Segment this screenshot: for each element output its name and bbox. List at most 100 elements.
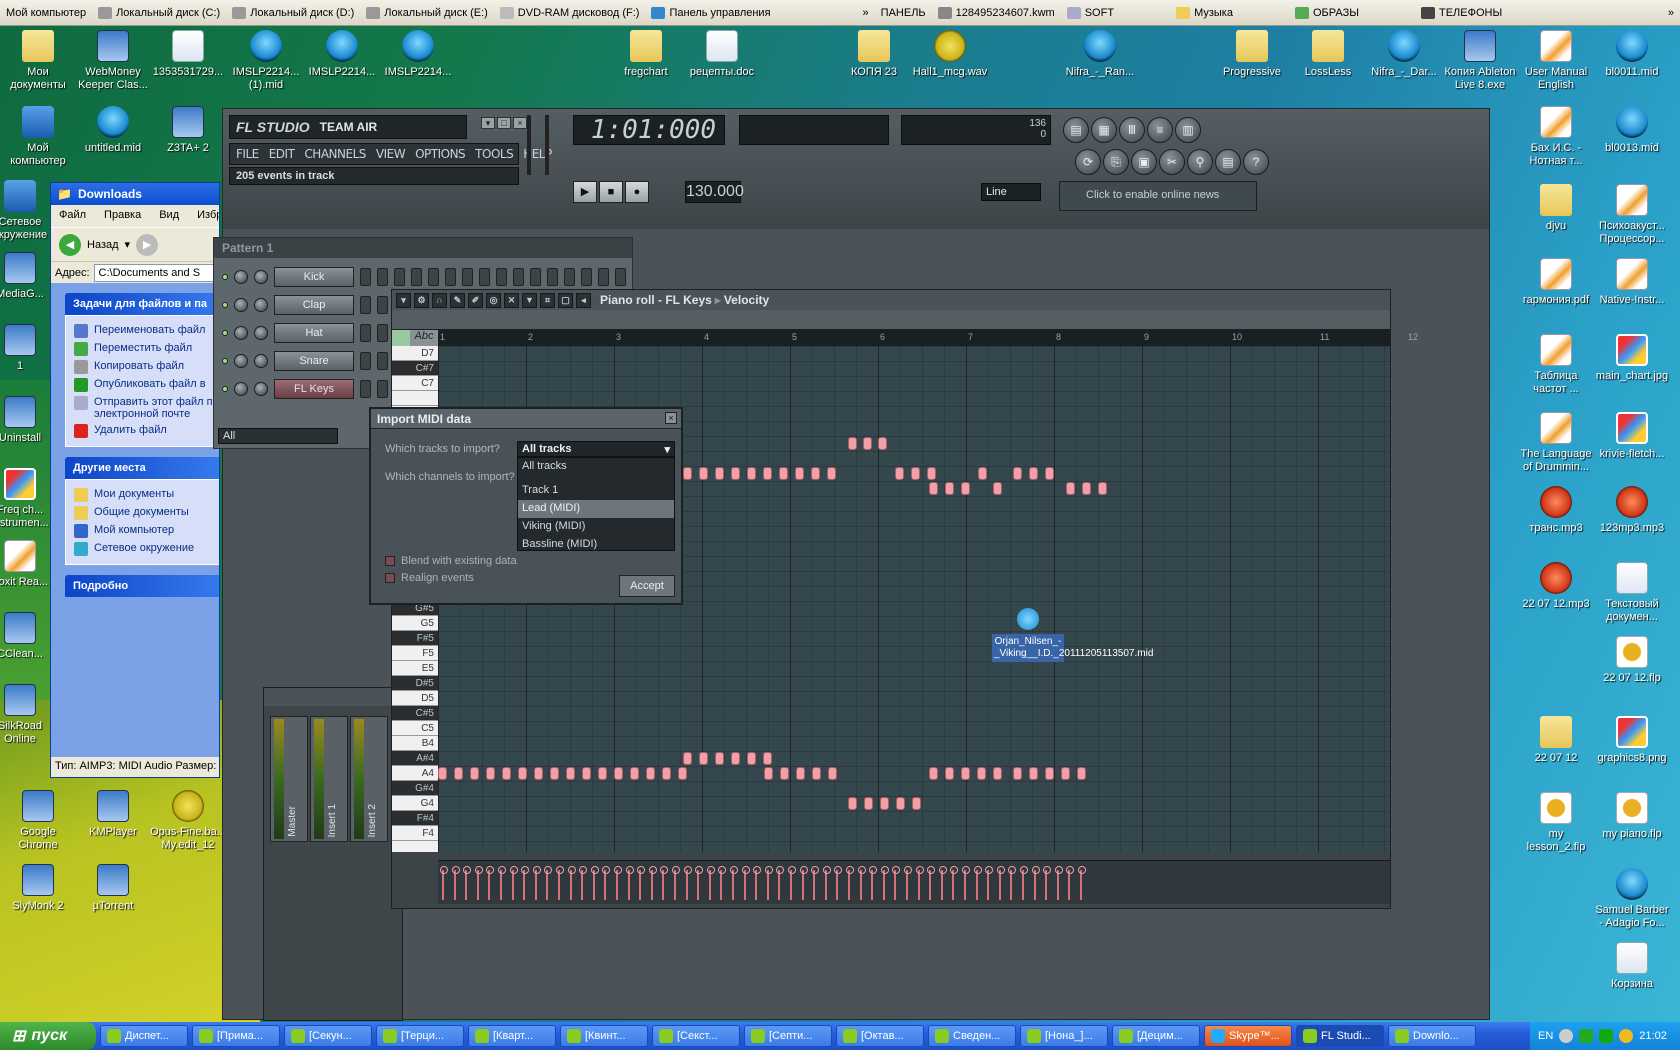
mixer-header[interactable] (264, 688, 402, 706)
taskbar-button[interactable]: [Нона_]... (1020, 1025, 1108, 1047)
cut-icon[interactable]: ✂ (1159, 149, 1185, 175)
midi-note[interactable] (1013, 767, 1022, 780)
mixer-icon[interactable]: ▥ (1175, 117, 1201, 143)
midi-note[interactable] (763, 467, 772, 480)
velocity-bar[interactable] (695, 866, 704, 900)
midi-note[interactable] (896, 797, 905, 810)
save-icon[interactable]: ▣ (1131, 149, 1157, 175)
desktop-icon[interactable]: рецепты.doc (684, 30, 760, 79)
quicklink[interactable]: Локальный диск (D:) (226, 6, 360, 19)
velocity-bar[interactable] (927, 866, 936, 900)
velocity-lane[interactable] (438, 860, 1390, 904)
quicklink[interactable]: Мой компьютер (0, 7, 92, 19)
select-icon[interactable]: ⌗ (540, 292, 555, 308)
master-pitch-slider[interactable] (545, 115, 549, 175)
velocity-bar[interactable] (753, 866, 762, 900)
desktop-icon[interactable]: Корзина (1594, 942, 1670, 991)
desktop-icon[interactable]: Бах И.С. - Нотная т... (1518, 106, 1594, 168)
piano-key[interactable]: D#5 (392, 676, 438, 691)
volume-knob[interactable] (254, 270, 268, 284)
midi-note[interactable] (993, 482, 1002, 495)
pan-knob[interactable] (234, 354, 248, 368)
desktop-icon[interactable]: 123mp3.mp3 (1594, 486, 1670, 535)
midi-note[interactable] (927, 467, 936, 480)
desktop-icon[interactable]: 22 07 12.flp (1594, 636, 1670, 685)
speaker-icon[interactable]: ◂ (576, 292, 591, 308)
midi-note[interactable] (880, 797, 889, 810)
task-link[interactable]: Копировать файл (74, 358, 219, 376)
midi-note[interactable] (747, 752, 756, 765)
accept-button[interactable]: Accept (619, 575, 675, 597)
velocity-bar[interactable] (1031, 866, 1040, 900)
desktop-icon[interactable]: 22 07 12.mp3 (1518, 562, 1594, 611)
velocity-bar[interactable] (602, 866, 611, 900)
desktop-icon[interactable]: Z3TA+ 2 (150, 106, 226, 155)
velocity-bar[interactable] (730, 866, 738, 900)
midi-note[interactable] (699, 467, 708, 480)
velocity-bar[interactable] (706, 866, 715, 900)
help-icon[interactable]: ? (1243, 149, 1269, 175)
desktop-icon[interactable]: Native-Instr... (1594, 258, 1670, 307)
desktop-icon[interactable]: graphics8.png (1594, 716, 1670, 765)
desktop-icon[interactable]: Progressive (1214, 30, 1290, 79)
velocity-bar[interactable] (683, 866, 692, 900)
playlist-icon[interactable]: ▤ (1063, 117, 1089, 143)
midi-note[interactable] (848, 437, 857, 450)
step-button[interactable] (598, 268, 609, 286)
midi-note[interactable] (550, 767, 559, 780)
velocity-bar[interactable] (509, 866, 518, 900)
piano-key[interactable]: F#4 (392, 811, 438, 826)
task-link[interactable]: Отправить этот файл по электронной почте (74, 394, 219, 422)
midi-note[interactable] (945, 767, 954, 780)
midi-note[interactable] (763, 752, 772, 765)
midi-note[interactable] (566, 767, 575, 780)
desktop-icon[interactable]: Таблица частот ... (1518, 334, 1594, 396)
channel-led[interactable] (222, 358, 228, 364)
midi-note[interactable] (848, 797, 857, 810)
midi-note[interactable] (929, 482, 938, 495)
piano-key[interactable]: G5 (392, 616, 438, 631)
midi-note[interactable] (614, 767, 623, 780)
delete-icon[interactable]: ◎ (486, 292, 501, 308)
desktop-icon[interactable]: Мои документы (0, 30, 76, 92)
quicklink[interactable]: SOFT (1061, 6, 1120, 19)
task-link[interactable]: Удалить файл (74, 422, 219, 440)
velocity-bar[interactable] (672, 866, 680, 900)
pan-knob[interactable] (234, 298, 248, 312)
dropdown-option[interactable]: Lead (MIDI) (518, 500, 674, 518)
desktop-icon[interactable]: djvu (1518, 184, 1594, 233)
quicklink[interactable]: ПАНЕЛЬ (875, 7, 932, 19)
piano-roll-header[interactable]: ▾ ⚙ ∩ ✎ ✐ ◎ ✕ ▼ ⌗ ▢ ◂ Piano roll - FL Ke… (392, 290, 1390, 310)
taskbar-button[interactable]: [Прима... (192, 1025, 280, 1047)
blend-checkbox[interactable]: Blend with existing data (385, 555, 517, 567)
minimize-button[interactable]: ▾ (481, 117, 495, 129)
dropdown-option[interactable]: Bassline (MIDI) (518, 536, 674, 554)
channel-filter-select[interactable]: All (218, 428, 338, 444)
play-button[interactable]: ▶ (573, 181, 597, 203)
velocity-bar[interactable] (718, 866, 727, 900)
velocity-bar[interactable] (625, 866, 634, 900)
velocity-bar[interactable] (521, 866, 530, 900)
volume-knob[interactable] (254, 382, 268, 396)
midi-note[interactable] (646, 767, 655, 780)
velocity-bar[interactable] (1020, 866, 1028, 900)
velocity-bar[interactable] (556, 866, 564, 900)
midi-note[interactable] (961, 767, 970, 780)
velocity-bar[interactable] (869, 866, 878, 900)
velocity-bar[interactable] (637, 866, 646, 900)
language-indicator[interactable]: EN (1538, 1030, 1553, 1042)
midi-note[interactable] (977, 767, 986, 780)
midi-note[interactable] (582, 767, 591, 780)
master-volume-slider[interactable] (527, 115, 531, 175)
place-link[interactable]: Мои документы (74, 486, 219, 504)
velocity-bar[interactable] (962, 866, 970, 900)
desktop-icon[interactable]: µTorrent (75, 864, 151, 913)
midi-note[interactable] (1077, 767, 1086, 780)
step-button[interactable] (547, 268, 558, 286)
midi-note[interactable] (731, 752, 740, 765)
channel-led[interactable] (222, 386, 228, 392)
quicklink[interactable]: Панель управления (645, 6, 776, 19)
midi-note[interactable] (929, 767, 938, 780)
midi-note[interactable] (598, 767, 607, 780)
velocity-bar[interactable] (440, 866, 448, 900)
